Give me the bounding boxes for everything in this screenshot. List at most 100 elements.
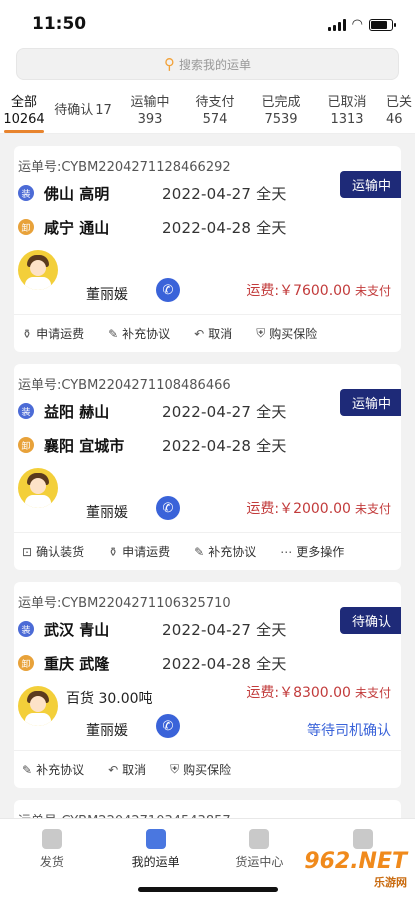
tab-pending-payment[interactable]: 待支付 574 [182, 86, 248, 133]
action-label: 申请运费 [36, 327, 85, 341]
nav-label: 我的运单 [131, 855, 180, 869]
document-icon [145, 829, 166, 849]
money-bag-icon: ⚱ [22, 326, 33, 341]
status-badge: 运输中 [339, 389, 401, 416]
tab-count: 17 [95, 103, 112, 118]
watermark-logo: 962.NET 乐游网 [304, 849, 407, 890]
action-label: 购买保险 [183, 763, 232, 777]
tab-label: 待支付 [195, 95, 235, 110]
cube-icon [41, 829, 62, 849]
destination-city: 咸宁 通山 [44, 218, 110, 237]
destination-city: 襄阳 宜城市 [44, 436, 125, 455]
cancel-button[interactable]: ↶ 取消 [194, 325, 232, 342]
origin-city: 武汉 青山 [44, 620, 110, 639]
nav-ship[interactable]: 发货 [0, 819, 104, 900]
edit-doc-icon: ✎ [108, 326, 119, 341]
load-icon: 装 [18, 621, 34, 637]
person-icon [353, 829, 374, 849]
driver-name: 董丽媛 [86, 287, 128, 303]
tab-label: 已取消 [327, 95, 367, 110]
watermark-brand: 962.NET [304, 849, 407, 874]
driver-row: 董丽媛 ✆ 运费:￥2000.00 未支付 [14, 462, 401, 532]
pay-status: 未支付 [354, 686, 391, 700]
order-list: 运单号:CYBM2204271128466292 运输中 装 佛山 高明 202… [0, 146, 415, 840]
buy-insurance-button[interactable]: ⛨ 购买保险 [170, 761, 231, 778]
unload-icon: 卸 [18, 437, 34, 453]
avatar [18, 468, 58, 508]
driver-row: 百货 30.00吨 运费:￥8300.00 未支付 董丽媛 ✆ 等待司机确认 [14, 680, 401, 750]
unload-icon: 卸 [18, 219, 34, 235]
signal-icon [327, 18, 346, 31]
driver-row: 董丽媛 ✆ 运费:￥7600.00 未支付 [14, 244, 401, 314]
supplement-agreement-button[interactable]: ✎ 补充协议 [108, 325, 170, 342]
order-card[interactable]: 运单号:CYBM2204271106325710 待确认 装 武汉 青山 202… [14, 582, 401, 788]
order-card[interactable]: 运单号:CYBM2204271128466292 运输中 装 佛山 高明 202… [14, 146, 401, 352]
confirm-loading-button[interactable]: ⊡ 确认装货 [22, 543, 84, 560]
fee-amount: 运费:￥8300.00 [246, 685, 351, 701]
home-indicator [138, 887, 278, 892]
tab-count: 7539 [264, 112, 298, 127]
tab-label: 已关 [386, 95, 413, 110]
phone-icon[interactable]: ✆ [156, 278, 180, 302]
origin-city: 佛山 高明 [44, 184, 110, 203]
action-label: 取消 [208, 327, 233, 341]
destination-date: 2022-04-28 全天 [162, 654, 287, 673]
action-label: 申请运费 [122, 545, 171, 559]
insurance-icon: ⛨ [170, 762, 180, 776]
phone-icon[interactable]: ✆ [156, 496, 180, 520]
search-placeholder: 搜索我的运单 [178, 57, 251, 72]
tab-closed[interactable]: 已关 46 [380, 86, 415, 133]
order-card[interactable]: 运单号:CYBM2204271108486466 运输中 装 益阳 赫山 202… [14, 364, 401, 570]
bottom-nav: 发货 我的运单 货运中心 962.NET 乐游网 [0, 818, 415, 900]
search-input[interactable]: ⚲ 搜索我的运单 [16, 48, 399, 80]
action-bar: ✎ 补充协议 ↶ 取消 ⛨ 购买保险 [14, 750, 401, 788]
tab-count: 393 [137, 112, 163, 127]
phone-icon[interactable]: ✆ [156, 714, 180, 738]
action-label: 确认装货 [36, 545, 85, 559]
supplement-agreement-button[interactable]: ✎ 补充协议 [194, 543, 256, 560]
tab-cancelled[interactable]: 已取消 1313 [314, 86, 380, 133]
action-label: 补充协议 [208, 545, 257, 559]
driver-name: 董丽媛 [86, 723, 128, 739]
waiting-driver-confirm: 等待司机确认 [307, 723, 391, 739]
action-bar: ⚱ 申请运费 ✎ 补充协议 ↶ 取消 ⛨ 购买保险 [14, 314, 401, 352]
unload-icon: 卸 [18, 655, 34, 671]
action-label: 补充协议 [36, 763, 85, 777]
load-icon: 装 [18, 185, 34, 201]
tab-count: 10264 [3, 112, 45, 127]
status-time: 11:50 [32, 14, 87, 34]
cancel-button[interactable]: ↶ 取消 [108, 761, 146, 778]
pay-status: 未支付 [354, 502, 391, 516]
supplement-agreement-button[interactable]: ✎ 补充协议 [22, 761, 84, 778]
route-destination: 卸 重庆 武隆 2022-04-28 全天 [14, 646, 401, 680]
buy-insurance-button[interactable]: ⛨ 购买保险 [256, 325, 317, 342]
apply-fee-button[interactable]: ⚱ 申请运费 [108, 543, 170, 560]
destination-city: 重庆 武隆 [44, 654, 110, 673]
nav-label: 发货 [39, 855, 64, 869]
route-destination: 卸 咸宁 通山 2022-04-28 全天 [14, 210, 401, 244]
load-icon: 装 [18, 403, 34, 419]
status-badge: 运输中 [339, 171, 401, 198]
apply-fee-button[interactable]: ⚱ 申请运费 [22, 325, 84, 342]
wifi-icon: ◠ [351, 17, 363, 32]
tab-count: 1313 [330, 112, 364, 127]
avatar [18, 250, 58, 290]
freight-fee: 运费:￥2000.00 未支付 [246, 498, 391, 518]
more-actions-button[interactable]: ⋯ 更多操作 [280, 543, 344, 560]
tab-in-transit[interactable]: 运输中 393 [118, 86, 182, 133]
tab-pending-confirm[interactable]: 待确认 17 [48, 86, 118, 133]
origin-city: 益阳 赫山 [44, 402, 110, 421]
driver-name: 董丽媛 [86, 505, 128, 521]
tab-count: 46 [386, 112, 403, 127]
tab-all[interactable]: 全部 10264 [0, 86, 48, 133]
freight-fee: 运费:￥8300.00 未支付 [246, 682, 391, 702]
battery-icon [369, 18, 396, 31]
status-icons: ◠ [327, 17, 396, 32]
box-icon: ⊡ [22, 544, 33, 559]
fee-amount: 运费:￥2000.00 [246, 501, 351, 517]
action-label: 取消 [122, 763, 147, 777]
tab-completed[interactable]: 已完成 7539 [248, 86, 314, 133]
status-badge: 待确认 [339, 607, 401, 634]
action-bar: ⊡ 确认装货 ⚱ 申请运费 ✎ 补充协议 ⋯ 更多操作 [14, 532, 401, 570]
origin-date: 2022-04-27 全天 [162, 184, 287, 203]
